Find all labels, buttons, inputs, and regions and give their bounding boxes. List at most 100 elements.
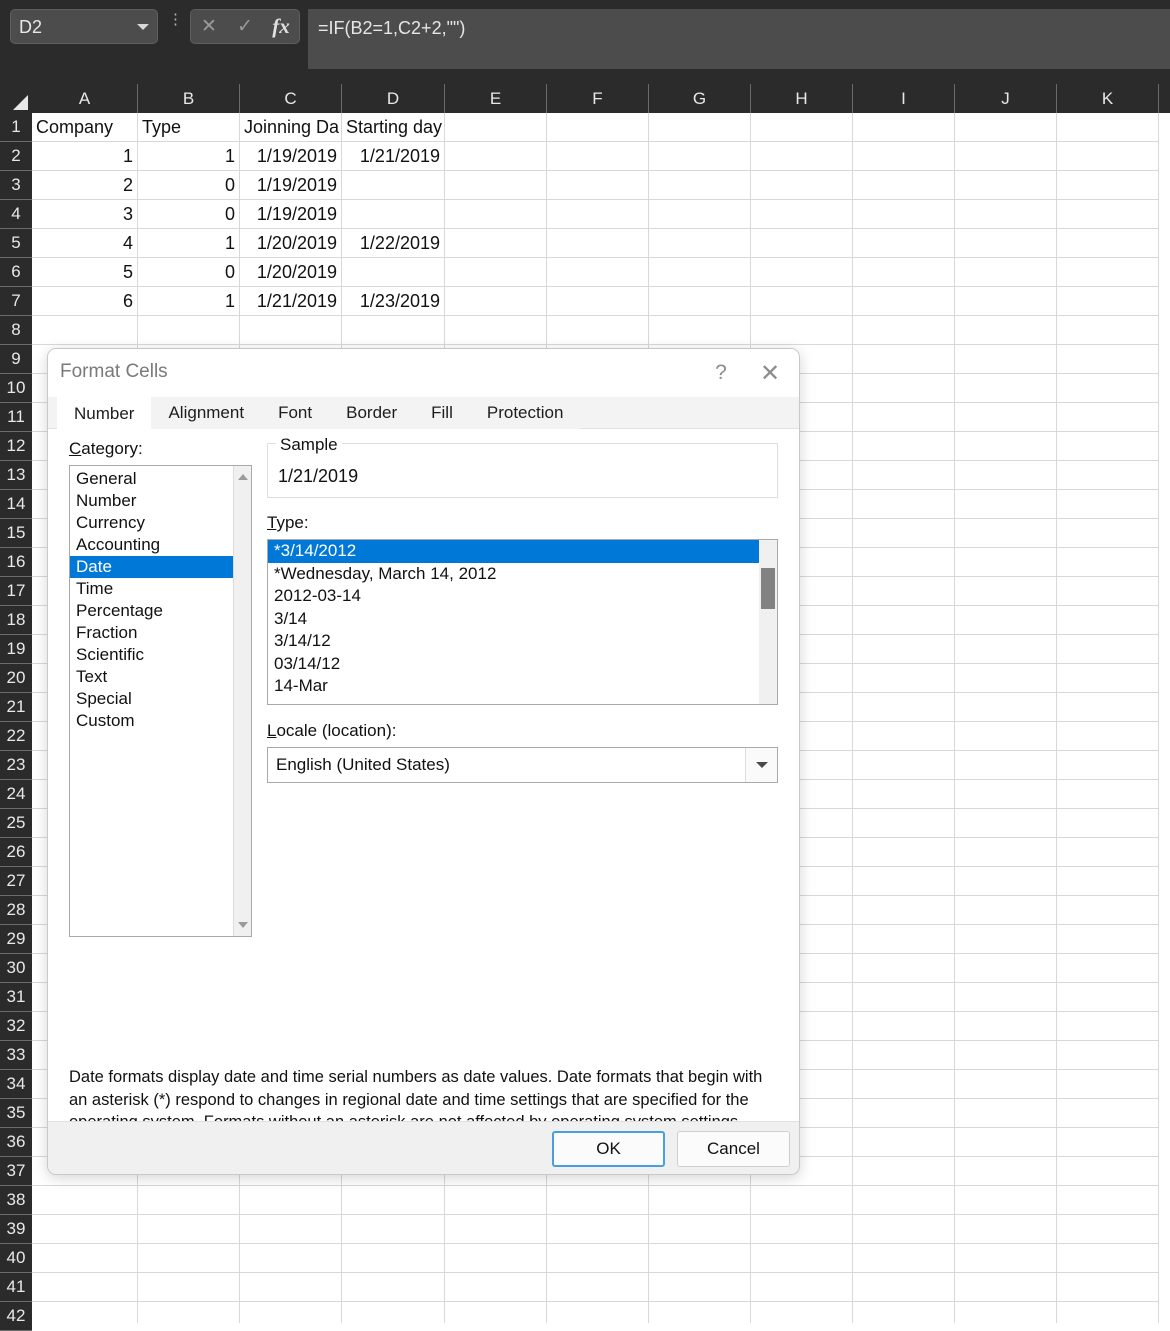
category-item-fraction[interactable]: Fraction — [70, 622, 233, 644]
cell-K14[interactable] — [1057, 490, 1159, 519]
cell-J27[interactable] — [955, 867, 1057, 896]
column-header-h[interactable]: H — [751, 84, 853, 113]
locale-select[interactable]: English (United States) — [267, 747, 778, 783]
category-item-special[interactable]: Special — [70, 688, 233, 710]
cell-J26[interactable] — [955, 838, 1057, 867]
cell-E1[interactable] — [445, 113, 547, 142]
cell-E2[interactable] — [445, 142, 547, 171]
cell-J7[interactable] — [955, 287, 1057, 316]
cell-E7[interactable] — [445, 287, 547, 316]
cell-J23[interactable] — [955, 751, 1057, 780]
cell-H38[interactable] — [751, 1186, 853, 1215]
type-item-0[interactable]: *3/14/2012 — [268, 540, 759, 563]
cell-J41[interactable] — [955, 1273, 1057, 1302]
cell-H2[interactable] — [751, 142, 853, 171]
cell-K26[interactable] — [1057, 838, 1159, 867]
cell-J8[interactable] — [955, 316, 1057, 345]
cell-I30[interactable] — [853, 954, 955, 983]
cell-K35[interactable] — [1057, 1099, 1159, 1128]
row-header-3[interactable]: 3 — [0, 171, 32, 200]
cell-I23[interactable] — [853, 751, 955, 780]
column-header-c[interactable]: C — [240, 84, 342, 113]
cell-G40[interactable] — [649, 1244, 751, 1273]
cell-E42[interactable] — [445, 1302, 547, 1323]
cell-F1[interactable] — [547, 113, 649, 142]
cell-B8[interactable] — [138, 316, 240, 345]
cell-C4[interactable]: 1/19/2019 — [240, 200, 342, 229]
cell-I15[interactable] — [853, 519, 955, 548]
cell-A6[interactable]: 5 — [32, 258, 138, 287]
cell-E40[interactable] — [445, 1244, 547, 1273]
cell-F42[interactable] — [547, 1302, 649, 1323]
row-header-9[interactable]: 9 — [0, 345, 32, 374]
cell-J40[interactable] — [955, 1244, 1057, 1273]
type-item-2[interactable]: 2012-03-14 — [268, 585, 759, 608]
cell-J5[interactable] — [955, 229, 1057, 258]
cell-A5[interactable]: 4 — [32, 229, 138, 258]
cell-F4[interactable] — [547, 200, 649, 229]
cell-J1[interactable] — [955, 113, 1057, 142]
cell-J12[interactable] — [955, 432, 1057, 461]
cell-E6[interactable] — [445, 258, 547, 287]
cell-F40[interactable] — [547, 1244, 649, 1273]
cell-G39[interactable] — [649, 1215, 751, 1244]
cell-K13[interactable] — [1057, 461, 1159, 490]
select-all-button[interactable] — [0, 84, 32, 113]
cell-F2[interactable] — [547, 142, 649, 171]
cell-J42[interactable] — [955, 1302, 1057, 1323]
row-header-5[interactable]: 5 — [0, 229, 32, 258]
type-item-3[interactable]: 3/14 — [268, 608, 759, 631]
row-header-17[interactable]: 17 — [0, 577, 32, 606]
column-header-f[interactable]: F — [547, 84, 649, 113]
cell-D2[interactable]: 1/21/2019 — [342, 142, 445, 171]
cell-D42[interactable] — [342, 1302, 445, 1323]
cell-K17[interactable] — [1057, 577, 1159, 606]
cell-C38[interactable] — [240, 1186, 342, 1215]
type-scrollbar[interactable] — [759, 540, 777, 704]
cell-D41[interactable] — [342, 1273, 445, 1302]
row-header-14[interactable]: 14 — [0, 490, 32, 519]
cell-C42[interactable] — [240, 1302, 342, 1323]
cell-C40[interactable] — [240, 1244, 342, 1273]
cell-B42[interactable] — [138, 1302, 240, 1323]
cell-K31[interactable] — [1057, 983, 1159, 1012]
cell-I22[interactable] — [853, 722, 955, 751]
cell-J13[interactable] — [955, 461, 1057, 490]
cell-B3[interactable]: 0 — [138, 171, 240, 200]
cell-J22[interactable] — [955, 722, 1057, 751]
category-listbox[interactable]: General Number Currency Accounting Date Time P… — [69, 465, 252, 937]
scroll-down-arrow-icon[interactable] — [238, 922, 248, 928]
cell-K12[interactable] — [1057, 432, 1159, 461]
cell-I37[interactable] — [853, 1157, 955, 1186]
locale-dropdown-button[interactable] — [745, 748, 777, 782]
column-header-j[interactable]: J — [955, 84, 1057, 113]
cell-I13[interactable] — [853, 461, 955, 490]
cell-J30[interactable] — [955, 954, 1057, 983]
category-item-number[interactable]: Number — [70, 490, 233, 512]
cell-A3[interactable]: 2 — [32, 171, 138, 200]
cell-K4[interactable] — [1057, 200, 1159, 229]
cell-I17[interactable] — [853, 577, 955, 606]
ok-button[interactable]: OK — [552, 1131, 665, 1167]
row-header-4[interactable]: 4 — [0, 200, 32, 229]
row-header-22[interactable]: 22 — [0, 722, 32, 751]
cell-C8[interactable] — [240, 316, 342, 345]
cell-B41[interactable] — [138, 1273, 240, 1302]
column-header-d[interactable]: D — [342, 84, 445, 113]
cell-K15[interactable] — [1057, 519, 1159, 548]
cell-I21[interactable] — [853, 693, 955, 722]
cell-J28[interactable] — [955, 896, 1057, 925]
column-header-k[interactable]: K — [1057, 84, 1159, 113]
row-header-41[interactable]: 41 — [0, 1273, 32, 1302]
row-header-32[interactable]: 32 — [0, 1012, 32, 1041]
row-header-33[interactable]: 33 — [0, 1041, 32, 1070]
cell-I4[interactable] — [853, 200, 955, 229]
cell-F39[interactable] — [547, 1215, 649, 1244]
cell-B1[interactable]: Type — [138, 113, 240, 142]
cell-D4[interactable] — [342, 200, 445, 229]
cell-D38[interactable] — [342, 1186, 445, 1215]
cell-J19[interactable] — [955, 635, 1057, 664]
cell-J2[interactable] — [955, 142, 1057, 171]
formula-input[interactable]: =IF(B2=1,C2+2,"") — [308, 9, 1170, 69]
row-header-20[interactable]: 20 — [0, 664, 32, 693]
